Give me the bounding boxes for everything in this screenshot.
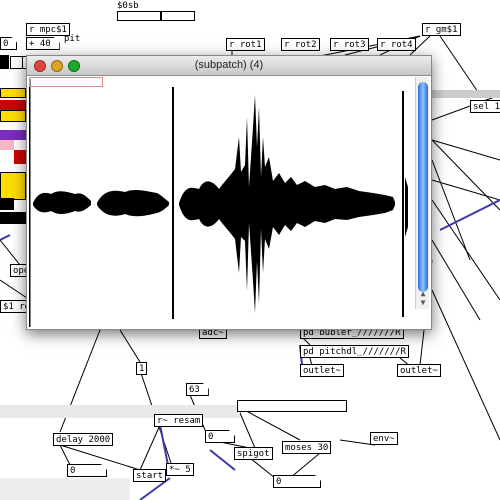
yellow-block-2[interactable] bbox=[0, 110, 26, 122]
number-box-0-a[interactable]: 0 bbox=[205, 430, 235, 443]
hslider[interactable] bbox=[117, 11, 195, 21]
env-object[interactable]: env~ bbox=[370, 432, 398, 445]
red-block-2[interactable] bbox=[14, 150, 26, 164]
object-1[interactable]: 1 bbox=[136, 362, 148, 375]
r-rot4-object[interactable]: r rot4 bbox=[377, 38, 416, 51]
hslider-knob[interactable] bbox=[160, 12, 162, 20]
hslider-label: $0sb bbox=[117, 1, 139, 11]
scrollbar-thumb[interactable] bbox=[418, 82, 428, 292]
r-rot3-object[interactable]: r rot3 bbox=[330, 38, 369, 51]
number-box-40[interactable]: + 40 bbox=[26, 37, 60, 50]
delay-object[interactable]: delay 2000 bbox=[53, 433, 114, 446]
ope-object[interactable]: ope bbox=[10, 264, 29, 277]
multiply-signal-object[interactable]: *~ 5 bbox=[166, 463, 194, 476]
start-object[interactable]: start bbox=[133, 469, 167, 482]
left-black-block bbox=[0, 55, 9, 69]
vertical-scrollbar[interactable] bbox=[415, 77, 429, 309]
scroll-down-arrow[interactable]: ▼ bbox=[419, 299, 427, 307]
waveform-graph bbox=[29, 79, 408, 327]
subpatch-window[interactable]: (subpatch) (4) ▲ ▼ bbox=[26, 55, 432, 330]
waveform-canvas[interactable] bbox=[29, 77, 411, 329]
pink-block[interactable] bbox=[0, 140, 14, 150]
right-grey-strip bbox=[432, 90, 500, 98]
window-titlebar[interactable]: (subpatch) (4) bbox=[27, 56, 431, 76]
array-display[interactable] bbox=[237, 400, 347, 412]
r-resam-object[interactable]: r~ resam bbox=[154, 414, 204, 427]
number-box-0-c[interactable]: 0 bbox=[273, 475, 321, 488]
scroll-up-arrow[interactable]: ▲ bbox=[419, 290, 427, 298]
res-object[interactable]: $1 res bbox=[0, 300, 36, 313]
black-block-2 bbox=[0, 212, 26, 224]
r-rot2-object[interactable]: r rot2 bbox=[281, 38, 320, 51]
outlet-object-1[interactable]: outlet~ bbox=[300, 364, 344, 377]
black-block-1 bbox=[0, 198, 14, 210]
spigot-object[interactable]: spigot bbox=[234, 447, 273, 460]
moses-object[interactable]: moses 30 bbox=[282, 441, 332, 454]
yellow-block-3[interactable] bbox=[0, 172, 26, 200]
sel1-object[interactable]: sel 1 bbox=[470, 100, 500, 113]
r-rot1-object[interactable]: r rot1 bbox=[226, 38, 265, 51]
window-title: (subpatch) (4) bbox=[194, 59, 264, 71]
purple-block[interactable] bbox=[0, 130, 26, 140]
pd-pitchdl-object[interactable]: pd pitchdl_///////R bbox=[300, 345, 409, 358]
outlet-object-2[interactable]: outlet~ bbox=[397, 364, 441, 377]
selection-rectangle bbox=[29, 77, 103, 87]
red-block-1[interactable] bbox=[0, 100, 26, 110]
pit-label: pit bbox=[64, 34, 81, 44]
r-gm-object[interactable]: r gm$1 bbox=[422, 23, 461, 36]
yellow-block-1[interactable] bbox=[0, 88, 26, 98]
number-box-0-b[interactable]: 0 bbox=[67, 464, 107, 477]
